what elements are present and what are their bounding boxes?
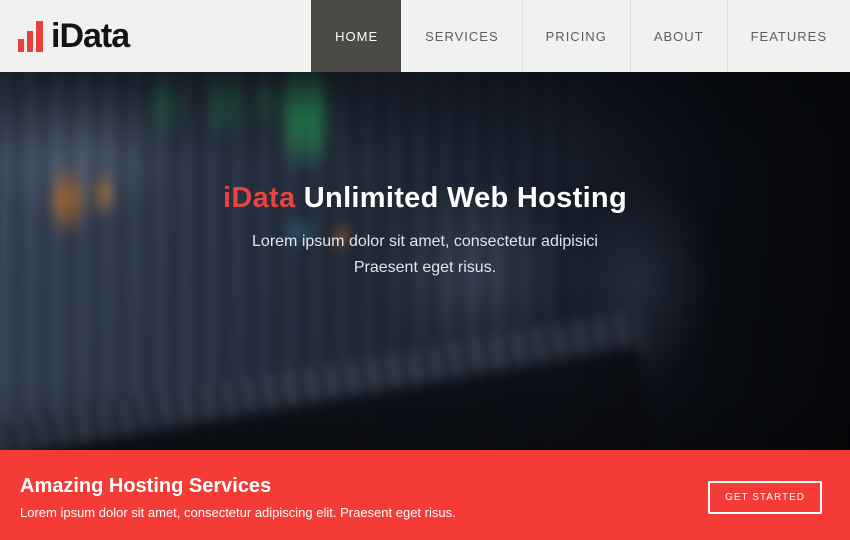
nav-item-services[interactable]: SERVICES (401, 0, 522, 72)
nav-item-home[interactable]: HOME (311, 0, 401, 72)
hero-subtitle: Lorem ipsum dolor sit amet, consectetur … (0, 229, 850, 281)
cta-copy: Amazing Hosting Services Lorem ipsum dol… (20, 475, 456, 520)
hero-title: iData Unlimited Web Hosting (0, 182, 850, 215)
hero-title-highlight: iData (223, 182, 295, 214)
cta-band: Amazing Hosting Services Lorem ipsum dol… (0, 450, 850, 540)
nav-item-pricing[interactable]: PRICING (522, 0, 630, 72)
hero-content: iData Unlimited Web Hosting Lorem ipsum … (0, 72, 850, 281)
cta-heading: Amazing Hosting Services (20, 475, 456, 498)
brand-name: iData (51, 17, 129, 56)
brand-logo[interactable]: iData (0, 0, 129, 72)
hero-title-rest: Unlimited Web Hosting (295, 182, 627, 214)
hero-subtitle-line1: Lorem ipsum dolor sit amet, consectetur … (0, 229, 850, 255)
nav-item-features[interactable]: FEATURES (727, 0, 850, 72)
bar-chart-icon (18, 21, 43, 52)
page: iData HOME SERVICES PRICING ABOUT FEATUR… (0, 0, 850, 540)
cta-text: Lorem ipsum dolor sit amet, consectetur … (20, 505, 456, 520)
nav-item-about[interactable]: ABOUT (630, 0, 727, 72)
hero-subtitle-line2: Praesent eget risus. (0, 255, 850, 281)
site-header: iData HOME SERVICES PRICING ABOUT FEATUR… (0, 0, 850, 72)
main-nav: HOME SERVICES PRICING ABOUT FEATURES (311, 0, 850, 72)
get-started-button[interactable]: GET STARTED (708, 481, 822, 514)
hero-section: iData Unlimited Web Hosting Lorem ipsum … (0, 72, 850, 450)
